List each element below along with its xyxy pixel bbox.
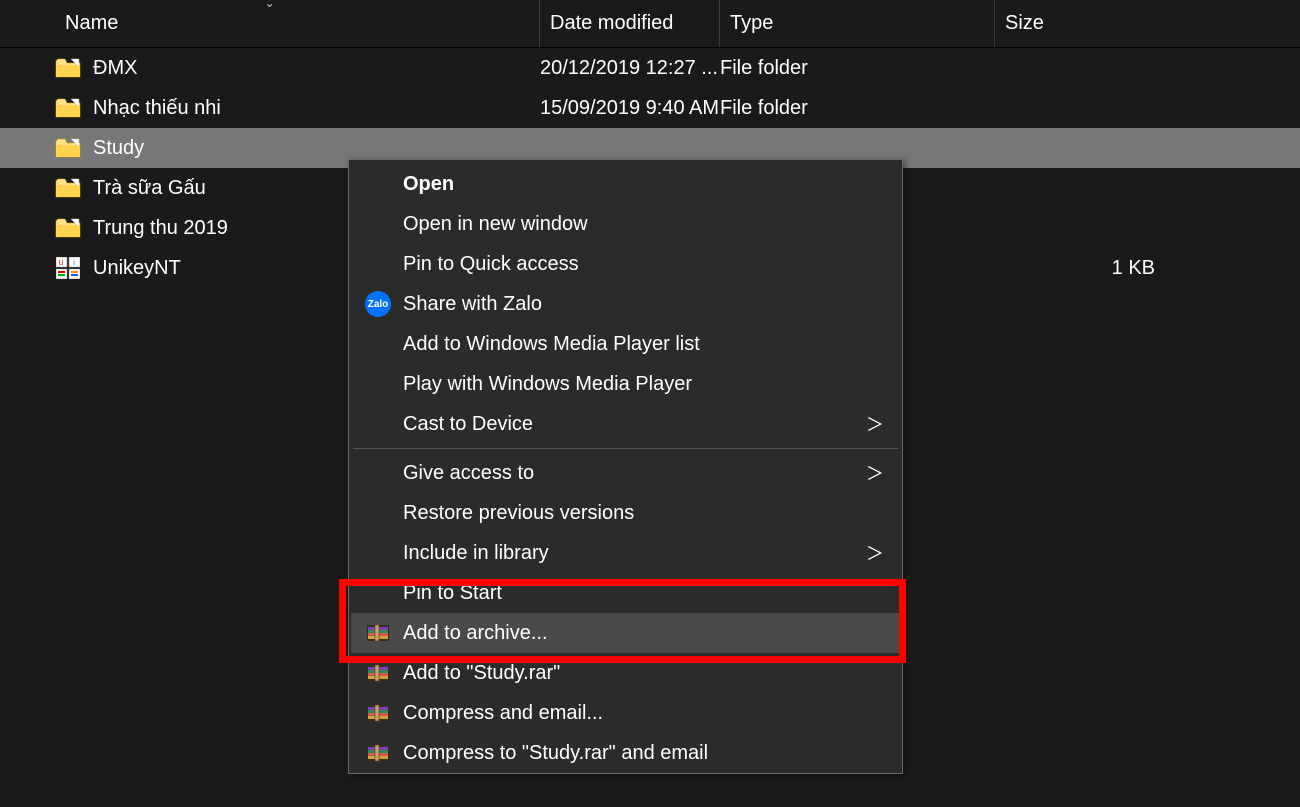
menu-item[interactable]: Add to Windows Media Player list: [351, 324, 900, 364]
column-label-size: Size: [1005, 12, 1044, 35]
column-label-date: Date modified: [550, 12, 673, 35]
menu-icon-empty: [361, 579, 395, 607]
menu-item-label: Add to archive...: [403, 622, 884, 645]
chevron-right-icon: ＞: [866, 460, 884, 486]
chevron-right-icon: ＞: [866, 540, 884, 566]
menu-item-label: Pin to Start: [403, 582, 884, 605]
winrar-icon: [361, 619, 395, 647]
folder-icon: [55, 137, 81, 159]
file-name-label: UnikeyNT: [93, 257, 181, 280]
menu-icon-empty: [361, 459, 395, 487]
menu-item[interactable]: Add to "Study.rar": [351, 653, 900, 693]
menu-item[interactable]: Pin to Quick access: [351, 244, 900, 284]
menu-item[interactable]: Zalo Share with Zalo: [351, 284, 900, 324]
menu-item[interactable]: Restore previous versions: [351, 493, 900, 533]
menu-item[interactable]: Compress to "Study.rar" and email: [351, 733, 900, 773]
menu-item-label: Cast to Device: [403, 413, 866, 436]
column-label-name: Name: [65, 12, 118, 35]
file-type-cell: File folder: [720, 97, 995, 120]
column-header-size[interactable]: Size: [995, 0, 1195, 47]
menu-item[interactable]: Give access to＞: [351, 453, 900, 493]
file-name-label: Trung thu 2019: [93, 217, 228, 240]
svg-text:U: U: [58, 260, 63, 267]
file-date-cell: 20/12/2019 12:27 ...: [540, 57, 720, 80]
file-row[interactable]: Nhạc thiếu nhi 15/09/2019 9:40 AMFile fol…: [0, 88, 1300, 128]
folder-icon: [55, 57, 81, 79]
file-name-cell: ĐMX: [55, 57, 540, 80]
menu-item-label: Add to Windows Media Player list: [403, 333, 884, 356]
zalo-icon: Zalo: [361, 290, 395, 318]
menu-item[interactable]: Pin to Start: [351, 573, 900, 613]
menu-item-label: Include in library: [403, 542, 866, 565]
file-type-cell: File folder: [720, 57, 995, 80]
menu-item-label: Share with Zalo: [403, 293, 884, 316]
menu-icon-empty: [361, 330, 395, 358]
file-row[interactable]: ĐMX 20/12/2019 12:27 ...File folder: [0, 48, 1300, 88]
menu-icon-empty: [361, 170, 395, 198]
menu-icon-empty: [361, 410, 395, 438]
menu-item[interactable]: Cast to Device＞: [351, 404, 900, 444]
file-date-cell: 15/09/2019 9:40 AM: [540, 97, 720, 120]
winrar-icon: [361, 699, 395, 727]
menu-item[interactable]: Compress and email...: [351, 693, 900, 733]
column-header-name[interactable]: ⌄ Name: [0, 0, 540, 47]
application-icon: U i: [55, 257, 81, 279]
menu-item[interactable]: Open: [351, 164, 900, 204]
winrar-icon: [361, 659, 395, 687]
column-header-type[interactable]: Type: [720, 0, 995, 47]
file-name-label: Study: [93, 137, 144, 160]
context-menu: Open Open in new window Pin to Quick acces…: [348, 159, 903, 774]
chevron-right-icon: ＞: [866, 411, 884, 437]
column-label-type: Type: [730, 12, 773, 35]
menu-icon-empty: [361, 539, 395, 567]
menu-item-label: Give access to: [403, 462, 866, 485]
menu-icon-empty: [361, 499, 395, 527]
menu-item-label: Open: [403, 173, 884, 196]
menu-item-label: Compress and email...: [403, 702, 884, 725]
file-size-cell: 1 KB: [995, 257, 1195, 280]
menu-icon-empty: [361, 210, 395, 238]
menu-item-label: Pin to Quick access: [403, 253, 884, 276]
file-name-label: Nhạc thiếu nhi: [93, 97, 221, 120]
file-name-cell: Study: [55, 137, 540, 160]
winrar-icon: [361, 739, 395, 767]
menu-item[interactable]: Add to archive...: [351, 613, 900, 653]
menu-item[interactable]: Open in new window: [351, 204, 900, 244]
menu-icon-empty: [361, 250, 395, 278]
menu-item[interactable]: Include in library＞: [351, 533, 900, 573]
menu-item-label: Compress to "Study.rar" and email: [403, 742, 884, 765]
menu-item-label: Restore previous versions: [403, 502, 884, 525]
folder-icon: [55, 217, 81, 239]
file-name-label: Trà sữa Gấu: [93, 177, 206, 200]
menu-item-label: Play with Windows Media Player: [403, 373, 884, 396]
menu-item[interactable]: Play with Windows Media Player: [351, 364, 900, 404]
sort-indicator-icon: ⌄: [264, 0, 274, 10]
column-headers: ⌄ Name Date modified Type Size: [0, 0, 1300, 48]
menu-icon-empty: [361, 370, 395, 398]
folder-icon: [55, 97, 81, 119]
menu-item-label: Open in new window: [403, 213, 884, 236]
file-name-label: ĐMX: [93, 57, 137, 80]
file-name-cell: Nhạc thiếu nhi: [55, 97, 540, 120]
column-header-date[interactable]: Date modified: [540, 0, 720, 47]
menu-item-label: Add to "Study.rar": [403, 662, 884, 685]
folder-icon: [55, 177, 81, 199]
menu-separator: [353, 448, 898, 449]
